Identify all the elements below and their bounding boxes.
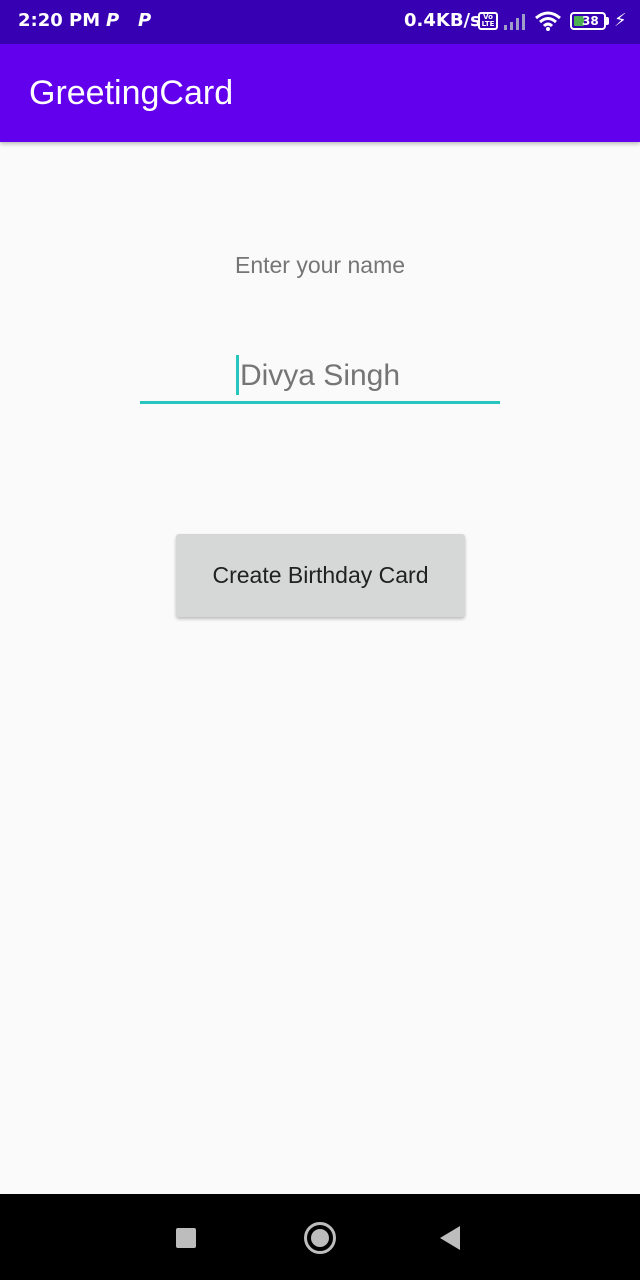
- home-icon[interactable]: [304, 1222, 336, 1254]
- enter-name-label: Enter your name: [234, 252, 406, 278]
- recents-icon[interactable]: [176, 1228, 196, 1248]
- back-icon[interactable]: [440, 1226, 460, 1250]
- app-bar: GreetingCard: [0, 44, 640, 142]
- charging-icon: ⚡: [614, 10, 627, 31]
- home-icon-inner: [311, 1229, 329, 1247]
- battery-level: 38: [582, 14, 599, 28]
- battery-icon: 38: [570, 12, 606, 30]
- notification-app-icon: P: [106, 10, 120, 31]
- status-bar: 2:20 PM P P 0.4KB/s Vo LTE 38 ⚡: [0, 0, 640, 44]
- screen: 2:20 PM P P 0.4KB/s Vo LTE 38 ⚡ Greeting…: [0, 0, 640, 1280]
- create-birthday-card-button[interactable]: Create Birthday Card: [176, 534, 465, 617]
- name-field[interactable]: [140, 352, 500, 404]
- navigation-bar: [0, 1194, 640, 1280]
- network-speed: 0.4KB/s: [404, 10, 481, 31]
- signal-icon: [504, 14, 525, 30]
- volte-icon: Vo LTE: [478, 12, 498, 30]
- app-title: GreetingCard: [29, 74, 234, 112]
- notification-app-icon: P: [138, 10, 152, 31]
- status-time: 2:20 PM: [18, 10, 101, 31]
- battery-tip: [606, 17, 609, 25]
- name-input[interactable]: [140, 352, 500, 400]
- wifi-icon: [535, 11, 561, 31]
- text-cursor: [236, 355, 239, 395]
